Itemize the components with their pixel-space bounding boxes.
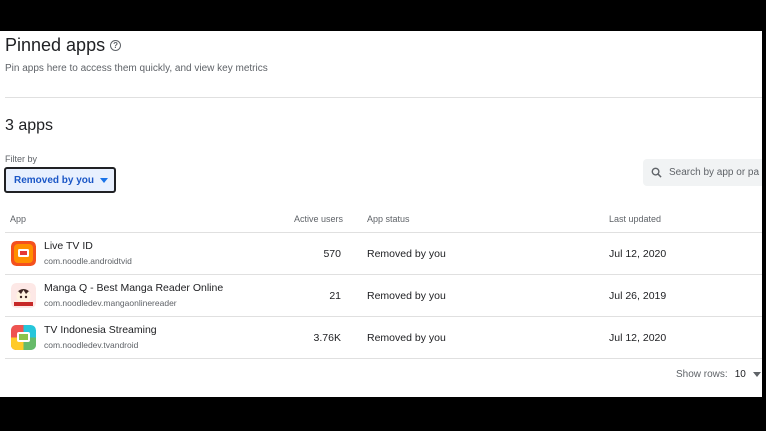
pinned-apps-page: Pinned apps ? Pin apps here to access th… xyxy=(0,31,762,397)
last-updated: Jul 12, 2020 xyxy=(609,248,667,260)
show-rows-label: Show rows: xyxy=(676,369,728,380)
table-row[interactable]: TV Indonesia Streaming com.noodledev.tva… xyxy=(5,317,762,359)
active-users: 3.76K xyxy=(313,332,341,344)
app-status: Removed by you xyxy=(367,248,446,260)
table-row[interactable]: Manga Q - Best Manga Reader Online com.n… xyxy=(5,275,762,317)
app-status: Removed by you xyxy=(367,332,446,344)
app-status: Removed by you xyxy=(367,290,446,302)
search-placeholder: Search by app or pa xyxy=(669,167,760,178)
column-header-app[interactable]: App xyxy=(10,214,26,224)
table-header: App Active users App status Last updated xyxy=(5,207,762,233)
last-updated: Jul 26, 2019 xyxy=(609,290,667,302)
manga-app-icon xyxy=(11,283,36,308)
app-package: com.noodledev.tvandroid xyxy=(44,340,139,350)
filter-dropdown[interactable]: Removed by you xyxy=(4,167,116,193)
app-package: com.noodledev.mangaonlinereader xyxy=(44,298,177,308)
active-users: 570 xyxy=(323,248,341,260)
page-title: Pinned apps ? xyxy=(5,35,122,56)
app-name[interactable]: Live TV ID xyxy=(44,240,93,252)
last-updated: Jul 12, 2020 xyxy=(609,332,667,344)
apps-count: 3 apps xyxy=(5,117,54,134)
live-tv-app-icon xyxy=(11,241,36,266)
app-name[interactable]: Manga Q - Best Manga Reader Online xyxy=(44,282,223,294)
search-icon xyxy=(651,167,662,178)
pagination: Show rows: 10 xyxy=(676,369,761,380)
filter-selected-value: Removed by you xyxy=(14,174,95,186)
chevron-down-icon xyxy=(100,177,109,183)
page-title-text: Pinned apps xyxy=(5,35,106,55)
filter-label: Filter by xyxy=(5,154,38,164)
app-package: com.noodle.androidtvid xyxy=(44,256,132,266)
tv-indonesia-app-icon xyxy=(11,325,36,350)
column-header-last-updated[interactable]: Last updated xyxy=(609,214,661,224)
search-input[interactable]: Search by app or pa xyxy=(643,159,762,186)
chevron-down-icon[interactable] xyxy=(752,372,761,377)
page-subtitle: Pin apps here to access them quickly, an… xyxy=(5,63,268,74)
column-header-active-users[interactable]: Active users xyxy=(294,214,343,224)
column-header-app-status[interactable]: App status xyxy=(367,214,410,224)
table-row[interactable]: Live TV ID com.noodle.androidtvid 570 Re… xyxy=(5,233,762,275)
active-users: 21 xyxy=(329,290,341,302)
divider xyxy=(5,97,762,98)
help-circle-icon[interactable]: ? xyxy=(110,40,122,51)
app-name[interactable]: TV Indonesia Streaming xyxy=(44,324,157,336)
rows-per-page-select[interactable]: 10 xyxy=(735,369,746,380)
